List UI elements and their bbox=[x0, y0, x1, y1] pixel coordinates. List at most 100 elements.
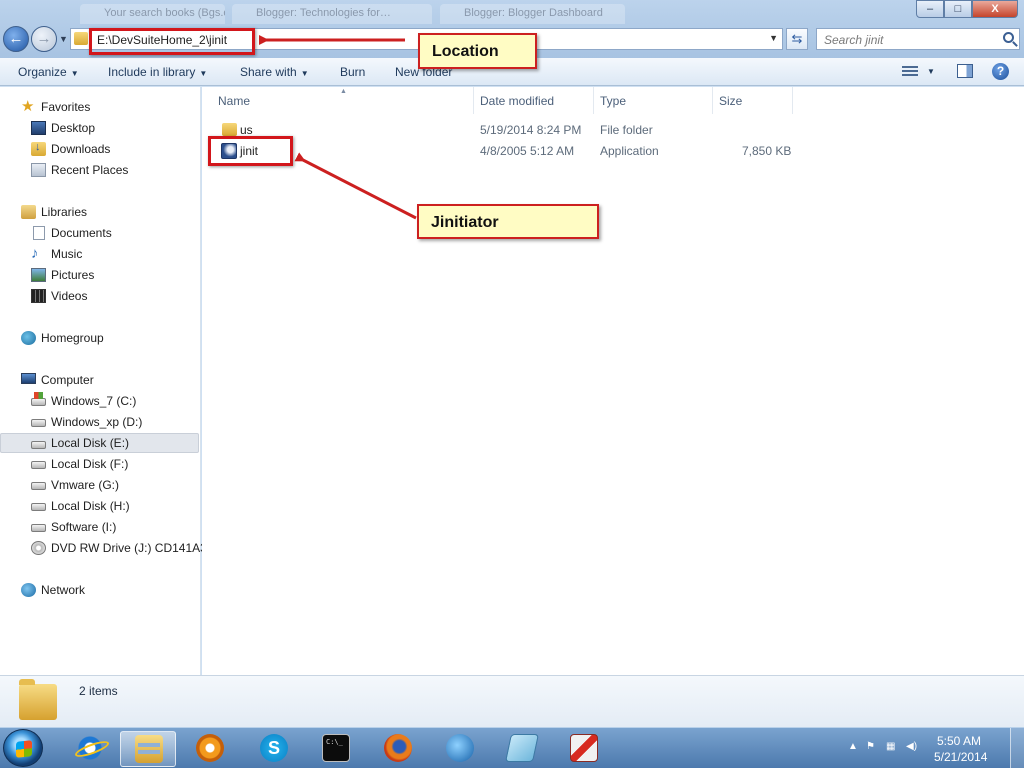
nav-drive-j[interactable]: DVD RW Drive (J:) CD141A3 bbox=[0, 538, 207, 558]
include-in-library-button[interactable]: Include in library ▼ bbox=[108, 65, 207, 79]
volume-icon[interactable]: ◀) bbox=[906, 741, 917, 752]
taskbar-firefox[interactable] bbox=[370, 731, 426, 767]
music-icon: ♪ bbox=[31, 245, 39, 262]
hard-drive-icon bbox=[31, 503, 46, 511]
nav-drive-c[interactable]: Windows_7 (C:) bbox=[0, 391, 199, 411]
hard-drive-icon bbox=[31, 461, 46, 469]
nav-documents[interactable]: Documents bbox=[0, 223, 199, 243]
nav-label: Windows_7 (C:) bbox=[51, 394, 137, 408]
start-button[interactable] bbox=[3, 729, 43, 767]
column-header-date-modified[interactable]: Date modified bbox=[474, 87, 594, 114]
documents-icon bbox=[33, 226, 45, 240]
jinit-highlight-box bbox=[208, 136, 293, 166]
back-button[interactable]: ← bbox=[3, 26, 29, 52]
downloads-icon bbox=[31, 141, 46, 156]
share-with-label: Share with bbox=[240, 65, 297, 79]
column-header-size[interactable]: Size bbox=[713, 87, 793, 114]
clock-date[interactable]: 5/21/2014 bbox=[934, 750, 987, 764]
taskbar-media-player[interactable] bbox=[182, 731, 238, 767]
nav-videos[interactable]: Videos bbox=[0, 286, 199, 306]
nav-drive-i[interactable]: Software (I:) bbox=[0, 517, 199, 537]
folder-icon bbox=[74, 32, 88, 45]
refresh-button[interactable]: ⇆ bbox=[786, 28, 808, 50]
nav-computer[interactable]: Computer bbox=[0, 370, 199, 390]
share-with-button[interactable]: Share with ▼ bbox=[240, 65, 309, 79]
chevron-down-icon: ▼ bbox=[70, 69, 79, 78]
nav-label: Music bbox=[51, 247, 83, 261]
windows-logo-icon bbox=[16, 740, 32, 758]
recent-pages-dropdown[interactable]: ▼ bbox=[59, 34, 68, 44]
nav-label: DVD RW Drive (J:) CD141A3 bbox=[51, 541, 207, 555]
taskbar-network-app[interactable] bbox=[432, 731, 488, 767]
folder-icon bbox=[222, 123, 237, 136]
maximize-button[interactable]: □ bbox=[944, 0, 972, 18]
network-icon bbox=[21, 583, 36, 597]
show-desktop-button[interactable] bbox=[1010, 728, 1024, 768]
column-header-type[interactable]: Type bbox=[594, 87, 713, 114]
search-input[interactable]: Search jinit bbox=[824, 33, 883, 47]
clock-time[interactable]: 5:50 AM bbox=[937, 734, 981, 748]
search-icon[interactable] bbox=[1003, 32, 1014, 43]
nav-label: Downloads bbox=[51, 142, 111, 156]
nav-label: Computer bbox=[41, 373, 94, 387]
nav-libraries[interactable]: Libraries bbox=[0, 202, 199, 222]
nav-desktop[interactable]: Desktop bbox=[0, 118, 199, 138]
hard-drive-icon bbox=[31, 482, 46, 490]
chevron-down-icon: ▼ bbox=[300, 69, 309, 78]
nav-music[interactable]: ♪ Music bbox=[0, 244, 199, 264]
window-controls: – □ X bbox=[916, 0, 1018, 18]
nav-label: Documents bbox=[51, 226, 112, 240]
action-center-flag-icon[interactable]: ⚑ bbox=[866, 741, 875, 752]
change-view-icon[interactable] bbox=[902, 66, 918, 78]
nav-pictures[interactable]: Pictures bbox=[0, 265, 199, 285]
forward-button[interactable]: → bbox=[31, 26, 57, 52]
nav-label: Desktop bbox=[51, 121, 96, 135]
hard-drive-icon bbox=[31, 524, 46, 532]
view-options-dropdown[interactable]: ▼ bbox=[927, 67, 935, 76]
nav-drive-e[interactable]: Local Disk (E:) bbox=[0, 433, 199, 453]
libraries-icon bbox=[21, 205, 36, 219]
background-tab: Your search books (Bgs.edu.au/…) bbox=[80, 4, 225, 24]
network-status-icon[interactable]: ▦ bbox=[886, 741, 895, 752]
address-dropdown[interactable]: ▼ bbox=[769, 33, 778, 43]
nav-drive-f[interactable]: Local Disk (F:) bbox=[0, 454, 199, 474]
sort-ascending-icon: ▲ bbox=[340, 88, 347, 95]
nav-label: Local Disk (F:) bbox=[51, 457, 129, 471]
nav-homegroup[interactable]: Homegroup bbox=[0, 328, 199, 348]
location-callout: Location bbox=[418, 33, 537, 69]
burn-button[interactable]: Burn bbox=[340, 65, 365, 79]
file-date: 5/19/2014 8:24 PM bbox=[480, 123, 582, 137]
nav-drive-h[interactable]: Local Disk (H:) bbox=[0, 496, 199, 516]
taskbar-windows-explorer[interactable] bbox=[120, 731, 176, 767]
search-box[interactable]: Search jinit bbox=[816, 28, 1020, 50]
organize-button[interactable]: Organize ▼ bbox=[18, 65, 79, 79]
taskbar-tool[interactable] bbox=[556, 731, 612, 767]
nav-network[interactable]: Network bbox=[0, 580, 199, 600]
background-tab: Blogger: Technologies for… bbox=[232, 4, 432, 24]
close-button[interactable]: X bbox=[972, 0, 1018, 18]
nav-drive-d[interactable]: Windows_xp (D:) bbox=[0, 412, 199, 432]
preview-pane-icon[interactable] bbox=[957, 64, 973, 78]
taskbar-skype[interactable]: S bbox=[246, 731, 302, 767]
nav-downloads[interactable]: Downloads bbox=[0, 139, 199, 159]
file-type: Application bbox=[600, 144, 659, 158]
nav-favorites[interactable]: ★ Favorites bbox=[0, 97, 199, 117]
nav-drive-g[interactable]: Vmware (G:) bbox=[0, 475, 199, 495]
help-icon[interactable]: ? bbox=[992, 63, 1009, 80]
show-hidden-icons-icon[interactable]: ▲ bbox=[848, 741, 858, 752]
tool-app-icon bbox=[570, 734, 598, 762]
nav-recent-places[interactable]: Recent Places bbox=[0, 160, 199, 180]
taskbar-notepad[interactable] bbox=[494, 731, 550, 767]
taskbar-internet-explorer[interactable] bbox=[62, 731, 118, 767]
nav-label: Vmware (G:) bbox=[51, 478, 120, 492]
nav-label: Network bbox=[41, 583, 86, 597]
nav-label: Software (I:) bbox=[51, 520, 117, 534]
taskbar-command-prompt[interactable] bbox=[308, 731, 364, 767]
desktop-icon bbox=[31, 121, 46, 135]
command-prompt-icon bbox=[322, 734, 350, 762]
minimize-button[interactable]: – bbox=[916, 0, 944, 18]
nav-label: Local Disk (E:) bbox=[51, 436, 130, 450]
include-in-library-label: Include in library bbox=[108, 65, 196, 79]
notepad-icon bbox=[505, 734, 539, 762]
nav-label: Windows_xp (D:) bbox=[51, 415, 143, 429]
